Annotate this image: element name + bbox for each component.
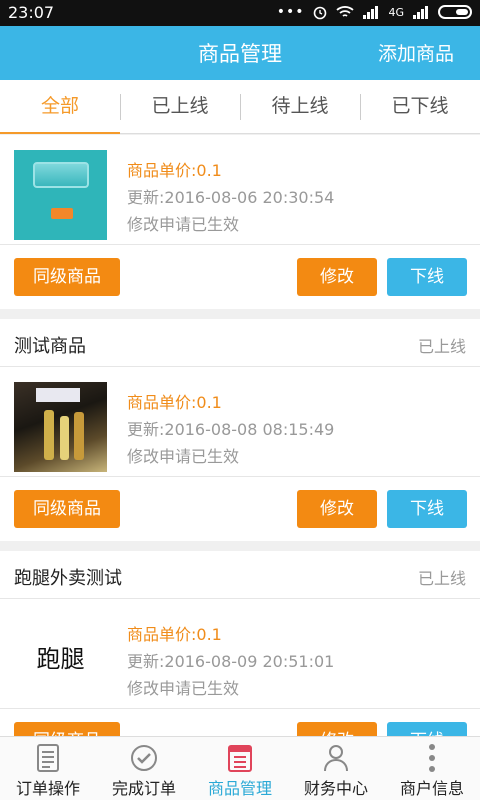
status-time: 23:07	[8, 3, 55, 22]
product-updated: 更新:2016-08-09 20:51:01	[127, 652, 335, 671]
app-header: 商品管理 添加商品	[0, 26, 480, 80]
product-updated: 更新:2016-08-08 08:15:49	[127, 420, 335, 439]
wifi-icon	[336, 6, 355, 17]
product-price: 商品单价:0.1	[127, 161, 222, 180]
product-updated: 更新:2016-08-06 20:30:54	[127, 188, 335, 207]
status-badge: 已上线	[417, 337, 466, 356]
nav-label: 财务中心	[303, 779, 368, 798]
product-price: 商品单价:0.1	[127, 625, 222, 644]
product-body[interactable]: 商品单价:0.1 更新:2016-08-06 20:30:54 修改申请已生效	[0, 135, 480, 245]
more-dots-icon: •••	[276, 4, 305, 20]
filter-tabs: 全部 已上线 待上线 已下线	[0, 80, 480, 134]
take-offline-button[interactable]: 下线	[387, 258, 467, 296]
status-badge: 已上线	[417, 569, 466, 588]
product-body[interactable]: 跑腿 商品单价:0.1 更新:2016-08-09 20:51:01 修改申请已…	[0, 599, 480, 709]
product-note: 修改申请已生效	[127, 447, 240, 466]
bottom-nav: 订单操作 完成订单 商品管理 财务中心 商户信息	[0, 736, 480, 800]
add-product-button[interactable]: 添加商品	[378, 39, 454, 66]
nav-merchant-info[interactable]: 商户信息	[384, 737, 480, 800]
signal-icon-2	[413, 6, 428, 19]
product-card: 商品单价:0.1 更新:2016-08-06 20:30:54 修改申请已生效 …	[0, 135, 480, 309]
order-list-icon	[37, 744, 59, 772]
signal-icon	[363, 6, 379, 19]
tab-offline[interactable]: 已下线	[360, 80, 480, 133]
nav-label: 商品管理	[207, 779, 272, 798]
nav-completed-orders[interactable]: 完成订单	[96, 737, 192, 800]
network-type: 4G	[388, 5, 404, 19]
product-header: 测试商品 已上线	[0, 319, 480, 367]
product-actions: 同级商品 修改 下线	[0, 245, 480, 309]
status-icons: ••• 4G	[277, 4, 472, 20]
take-offline-button[interactable]: 下线	[387, 490, 467, 528]
edit-button[interactable]: 修改	[297, 490, 377, 528]
product-info: 商品单价:0.1 更新:2016-08-08 08:15:49 修改申请已生效	[127, 389, 334, 470]
product-list: 商品单价:0.1 更新:2016-08-06 20:30:54 修改申请已生效 …	[0, 135, 480, 773]
battery-icon	[438, 5, 472, 19]
alarm-icon	[314, 6, 327, 20]
product-manage-icon	[228, 745, 252, 772]
product-note: 修改申请已生效	[127, 215, 240, 234]
same-level-button[interactable]: 同级商品	[14, 258, 120, 296]
product-info: 商品单价:0.1 更新:2016-08-09 20:51:01 修改申请已生效	[127, 621, 334, 702]
nav-finance-center[interactable]: 财务中心	[288, 737, 384, 800]
product-actions: 同级商品 修改 下线	[0, 477, 480, 541]
status-bar: 23:07 ••• 4G	[0, 0, 480, 26]
product-thumbnail: 跑腿	[36, 645, 85, 673]
edit-button[interactable]: 修改	[297, 258, 377, 296]
check-circle-icon	[131, 745, 157, 771]
product-thumbnail	[14, 150, 107, 240]
tab-all[interactable]: 全部	[0, 80, 120, 134]
tab-pending[interactable]: 待上线	[240, 80, 360, 133]
nav-label: 商户信息	[399, 779, 464, 798]
product-info: 商品单价:0.1 更新:2016-08-06 20:30:54 修改申请已生效	[127, 157, 334, 238]
nav-label: 订单操作	[15, 779, 80, 798]
product-body[interactable]: 商品单价:0.1 更新:2016-08-08 08:15:49 修改申请已生效	[0, 367, 480, 477]
nav-order-operations[interactable]: 订单操作	[0, 737, 96, 800]
product-price: 商品单价:0.1	[127, 393, 222, 412]
user-icon	[324, 745, 348, 772]
product-header: 跑腿外卖测试 已上线	[0, 551, 480, 599]
same-level-button[interactable]: 同级商品	[14, 490, 120, 528]
nav-product-management[interactable]: 商品管理	[192, 737, 288, 800]
tab-online[interactable]: 已上线	[120, 80, 240, 133]
more-dots-icon	[429, 744, 435, 772]
product-thumbnail	[14, 382, 107, 472]
product-name: 跑腿外卖测试	[14, 568, 122, 589]
product-note: 修改申请已生效	[127, 679, 240, 698]
nav-label: 完成订单	[111, 779, 176, 798]
product-card: 测试商品 已上线 商品单价:0.1 更新:2016-08-08 08:15:49…	[0, 319, 480, 541]
product-name: 测试商品	[14, 336, 86, 357]
